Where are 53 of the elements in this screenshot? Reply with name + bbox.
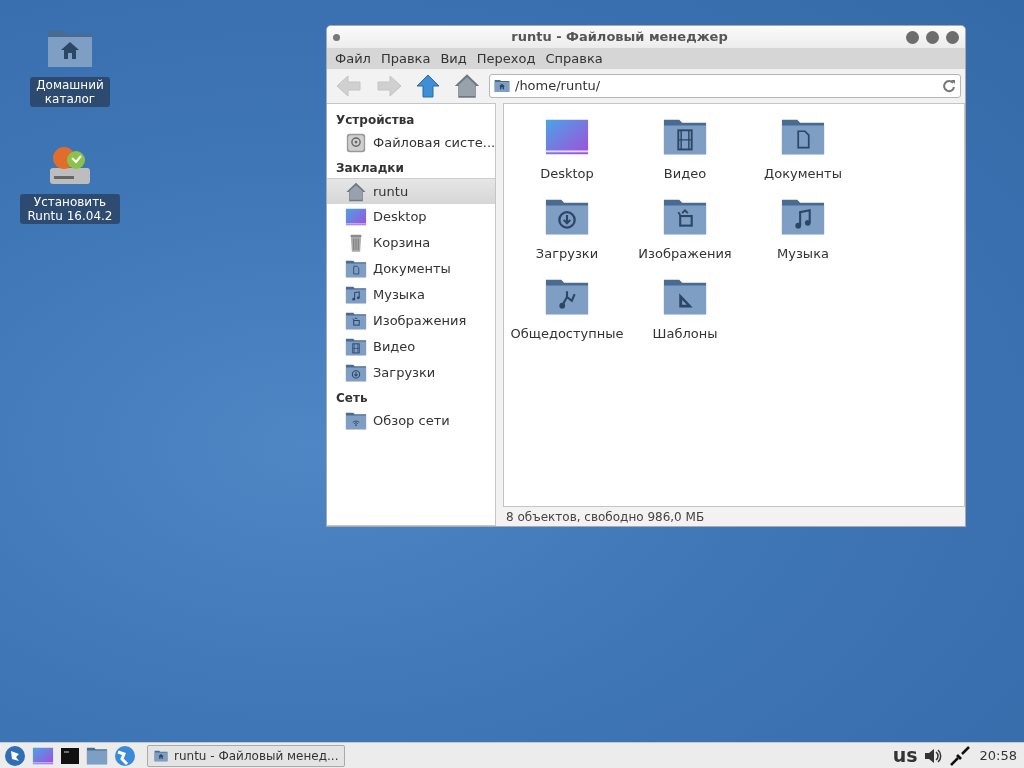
start-menu-icon[interactable] (3, 744, 27, 767)
sidebar-item[interactable]: Загрузки (327, 360, 495, 386)
keyboard-layout[interactable]: us (892, 741, 918, 768)
maximize-button[interactable] (926, 30, 939, 44)
sidebar-item[interactable]: Обзор сети (327, 408, 495, 434)
sidebar-item[interactable]: Файловая систе... (327, 130, 495, 156)
drive-icon (345, 132, 367, 154)
sidebar-heading: Сеть (335, 390, 369, 407)
film-folder-icon (345, 336, 367, 358)
download-folder-icon (345, 362, 367, 384)
document-folder-icon (345, 258, 367, 280)
status-text: 8 объектов, свободно 986,0 МБ (505, 509, 706, 526)
menu-item[interactable]: Файл (330, 48, 376, 69)
music-folder-icon (345, 284, 367, 306)
desktop-icon-label[interactable]: Установить Runtu 16.04.2 (20, 194, 120, 224)
file-item[interactable]: Шаблоны (626, 274, 744, 354)
sidebar-item[interactable]: Видео (327, 334, 495, 360)
home-folder-icon (154, 748, 168, 763)
picture-folder-icon (345, 310, 367, 332)
reload-icon[interactable] (942, 79, 956, 93)
clock: 20:58 (978, 746, 1018, 765)
desktop-icon-label[interactable]: Домашний каталог (30, 77, 110, 107)
sidebar-item[interactable]: Изображения (327, 308, 495, 334)
file-item[interactable]: Музыка (744, 194, 862, 274)
sidebar-item[interactable]: runtu (327, 178, 495, 204)
terminal-icon[interactable] (59, 745, 81, 766)
sidebar-heading: Устройства (335, 112, 416, 129)
menu-item[interactable]: Справка (540, 48, 608, 69)
sidebar-heading: Закладки (335, 160, 405, 177)
menu-item[interactable]: Вид (435, 48, 472, 69)
address-text: /home/runtu/ (515, 77, 602, 96)
sidebar-item[interactable]: Документы (327, 256, 495, 282)
sidebar-item[interactable]: Музыка (327, 282, 495, 308)
wallpaper-icon (345, 206, 367, 228)
window-menu-dot[interactable] (333, 33, 340, 41)
minimize-button[interactable] (906, 30, 919, 44)
menu-item[interactable]: Правка (375, 48, 436, 69)
file-item[interactable]: Документы (744, 114, 862, 194)
window-title: runtu - Файловый менеджер (510, 28, 729, 47)
home-folder-icon (494, 78, 510, 94)
wifi-folder-icon (345, 410, 367, 432)
house-icon (345, 180, 367, 203)
file-item[interactable]: Видео (626, 114, 744, 194)
file-item[interactable]: Изображения (626, 194, 744, 274)
sidebar-item[interactable]: Корзина (327, 230, 495, 256)
sidebar-item[interactable]: Desktop (327, 204, 495, 230)
menu-item[interactable]: Переход (471, 48, 541, 69)
file-item[interactable]: Desktop (508, 114, 626, 194)
file-item[interactable]: Загрузки (508, 194, 626, 274)
close-button[interactable] (946, 30, 959, 44)
address-bar[interactable]: /home/runtu/ (489, 74, 961, 98)
file-item[interactable]: Общедоступные (508, 274, 626, 354)
taskbar-window-button[interactable]: runtu - Файловый менед... (147, 744, 345, 767)
